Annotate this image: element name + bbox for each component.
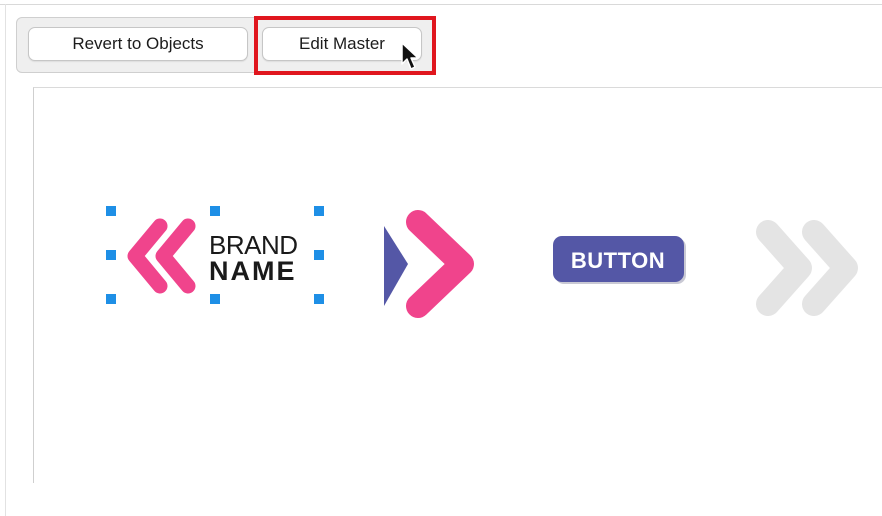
chevron-right-icon[interactable] [384, 210, 474, 318]
double-chevron-right-icon[interactable] [756, 220, 858, 316]
app-window: Revert to Objects Edit Master BRAND NAME [0, 0, 882, 516]
button-graphic-label: BUTTON [571, 248, 665, 273]
button-graphic[interactable]: BUTTON [553, 236, 686, 284]
selection-handle[interactable] [106, 206, 116, 216]
brand-line2-text: NAME [209, 256, 297, 286]
selection-handle[interactable] [314, 250, 324, 260]
selection-handle[interactable] [314, 294, 324, 304]
selection-handle[interactable] [210, 294, 220, 304]
artboard-graphics: BRAND NAME BUTTON [106, 206, 858, 318]
selection-handle[interactable] [314, 206, 324, 216]
double-chevron-left-icon[interactable] [127, 218, 196, 294]
selection-handle[interactable] [106, 250, 116, 260]
selection-handle[interactable] [210, 206, 220, 216]
selection-handle[interactable] [106, 294, 116, 304]
